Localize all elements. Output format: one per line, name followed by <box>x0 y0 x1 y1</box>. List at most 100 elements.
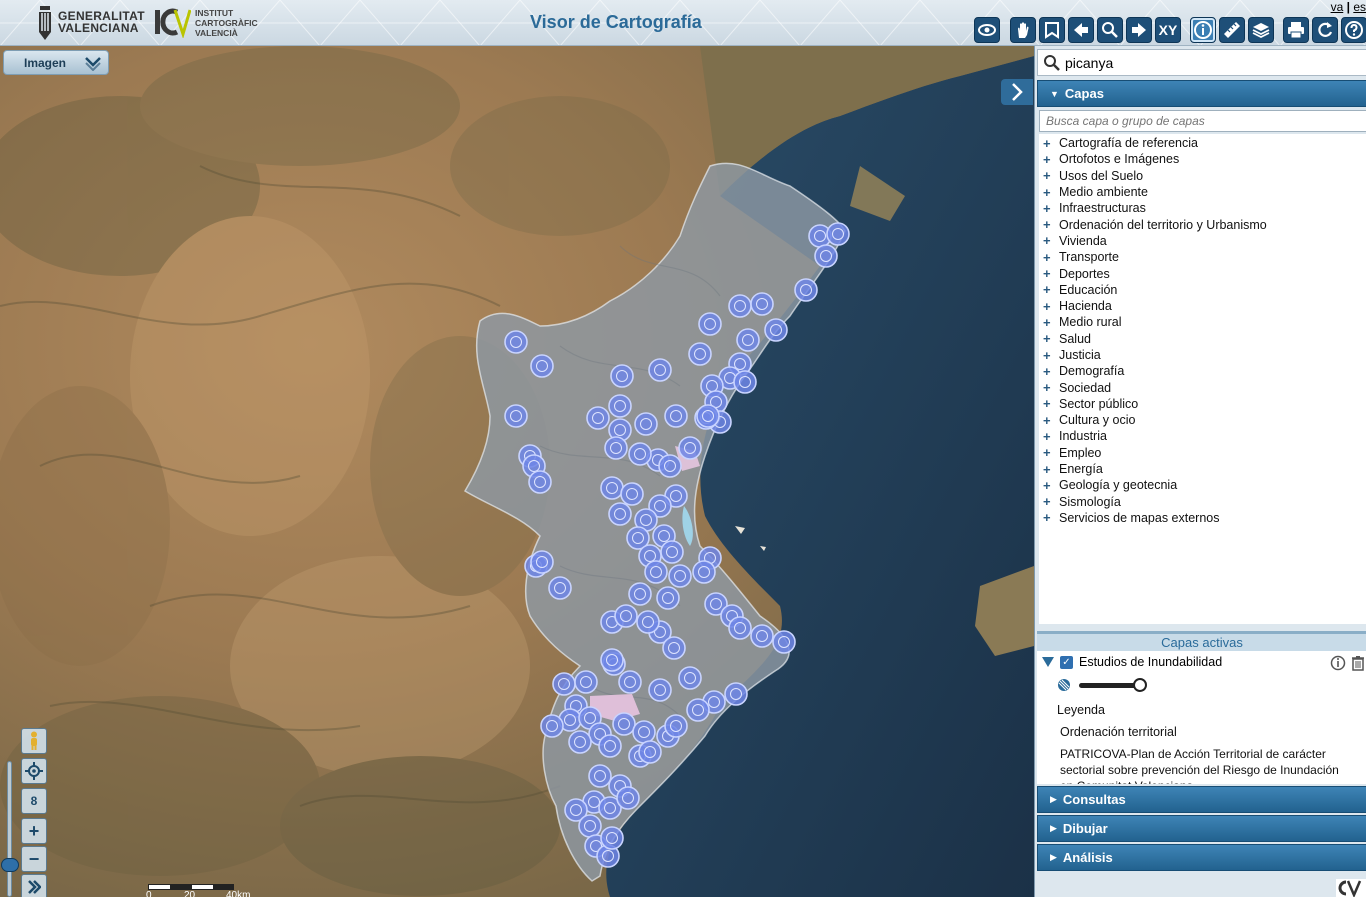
layer-group-item[interactable]: + Usos del Suelo <box>1039 168 1366 184</box>
capas-section-header[interactable]: ▼ Capas <box>1037 80 1366 107</box>
flood-study-marker[interactable] <box>632 720 656 744</box>
flood-study-marker[interactable] <box>568 730 592 754</box>
flood-study-marker[interactable] <box>604 436 628 460</box>
layer-info-icon[interactable] <box>1330 655 1346 671</box>
expand-plus-icon[interactable]: + <box>1043 380 1055 395</box>
flood-study-marker[interactable] <box>504 404 528 428</box>
legend-label[interactable]: Leyenda <box>1057 703 1105 717</box>
flood-study-marker[interactable] <box>552 672 576 696</box>
basemap-selector[interactable]: Imagen <box>3 50 109 75</box>
flood-study-marker[interactable] <box>574 670 598 694</box>
flood-study-marker[interactable] <box>600 826 624 850</box>
flood-study-marker[interactable] <box>728 616 752 640</box>
flood-study-marker[interactable] <box>648 358 672 382</box>
expand-plus-icon[interactable]: + <box>1043 266 1055 281</box>
layer-group-item[interactable]: + Cartografía de referencia <box>1039 135 1366 151</box>
flood-study-marker[interactable] <box>692 560 716 584</box>
layer-group-item[interactable]: + Cultura y ocio <box>1039 412 1366 428</box>
lang-es-link[interactable]: es <box>1353 0 1366 14</box>
layer-group-item[interactable]: + Salud <box>1039 331 1366 347</box>
zoom-out-button[interactable]: − <box>21 846 47 872</box>
flood-study-marker[interactable] <box>656 586 680 610</box>
expand-plus-icon[interactable]: + <box>1043 364 1055 379</box>
expand-plus-icon[interactable]: + <box>1043 331 1055 346</box>
layer-group-item[interactable]: + Ordenación del territorio y Urbanismo <box>1039 216 1366 232</box>
flood-study-marker[interactable] <box>826 222 850 246</box>
layer-group-item[interactable]: + Geología y geotecnia <box>1039 477 1366 493</box>
flood-study-marker[interactable] <box>636 610 660 634</box>
section-analisis[interactable]: ▶ Análisis <box>1037 844 1366 871</box>
layer-group-item[interactable]: + Justicia <box>1039 347 1366 363</box>
layer-group-item[interactable]: + Sociedad <box>1039 379 1366 395</box>
layer-group-item[interactable]: + Sismología <box>1039 494 1366 510</box>
expand-plus-icon[interactable]: + <box>1043 250 1055 265</box>
bookmark-icon[interactable] <box>1039 17 1065 43</box>
expand-toolbar-icon[interactable] <box>21 874 47 897</box>
expand-plus-icon[interactable]: + <box>1043 478 1055 493</box>
collapse-panel-button[interactable] <box>1001 79 1033 105</box>
flood-study-marker[interactable] <box>586 406 610 430</box>
flood-study-marker[interactable] <box>724 682 748 706</box>
xy-button[interactable]: XY <box>1155 17 1181 43</box>
flood-study-marker[interactable] <box>772 630 796 654</box>
expand-plus-icon[interactable]: + <box>1043 233 1055 248</box>
flood-study-marker[interactable] <box>548 576 572 600</box>
help-icon[interactable] <box>1341 17 1366 43</box>
flood-study-marker[interactable] <box>733 370 757 394</box>
flood-study-marker[interactable] <box>530 550 554 574</box>
eye-icon[interactable] <box>974 17 1000 43</box>
flood-study-marker[interactable] <box>618 670 642 694</box>
layer-group-item[interactable]: + Deportes <box>1039 265 1366 281</box>
flood-study-marker[interactable] <box>750 292 774 316</box>
map-canvas[interactable]: Imagen 8 + − 0 20 40km <box>0 46 1034 897</box>
layers-icon[interactable] <box>1248 17 1274 43</box>
flood-study-marker[interactable] <box>608 502 632 526</box>
flood-study-marker[interactable] <box>628 582 652 606</box>
expand-plus-icon[interactable]: + <box>1043 445 1055 460</box>
flood-study-marker[interactable] <box>644 560 668 584</box>
flood-study-marker[interactable] <box>608 394 632 418</box>
layer-group-item[interactable]: + Infraestructuras <box>1039 200 1366 216</box>
layer-group-item[interactable]: + Sector público <box>1039 396 1366 412</box>
flood-study-marker[interactable] <box>628 442 652 466</box>
flood-study-marker[interactable] <box>736 328 760 352</box>
flood-study-marker[interactable] <box>668 564 692 588</box>
section-consultas[interactable]: ▶ Consultas <box>1037 786 1366 813</box>
layer-group-item[interactable]: + Hacienda <box>1039 298 1366 314</box>
expand-plus-icon[interactable]: + <box>1043 185 1055 200</box>
flood-study-marker[interactable] <box>620 482 644 506</box>
info-icon[interactable] <box>1190 17 1216 43</box>
expand-plus-icon[interactable]: + <box>1043 299 1055 314</box>
search-icon[interactable] <box>1043 54 1061 72</box>
flood-study-marker[interactable] <box>750 624 774 648</box>
expand-plus-icon[interactable]: + <box>1043 201 1055 216</box>
flood-study-marker[interactable] <box>814 244 838 268</box>
triangle-down-icon[interactable] <box>1042 657 1054 667</box>
arrow-right-icon[interactable] <box>1126 17 1152 43</box>
layer-group-item[interactable]: + Servicios de mapas externos <box>1039 510 1366 526</box>
flood-study-marker[interactable] <box>658 454 682 478</box>
flood-study-marker[interactable] <box>598 734 622 758</box>
flood-study-marker[interactable] <box>638 740 662 764</box>
hand-icon[interactable] <box>1010 17 1036 43</box>
zoom-slider-handle[interactable] <box>1 858 19 872</box>
flood-study-marker[interactable] <box>540 714 564 738</box>
expand-plus-icon[interactable]: + <box>1043 462 1055 477</box>
flood-study-marker[interactable] <box>764 318 788 342</box>
flood-study-marker[interactable] <box>528 470 552 494</box>
flood-study-marker[interactable] <box>728 294 752 318</box>
layer-filter-input[interactable] <box>1040 111 1366 131</box>
flood-study-marker[interactable] <box>600 648 624 672</box>
flood-study-marker[interactable] <box>614 604 638 628</box>
expand-plus-icon[interactable]: + <box>1043 152 1055 167</box>
expand-plus-icon[interactable]: + <box>1043 348 1055 363</box>
flood-study-marker[interactable] <box>634 412 658 436</box>
layer-visibility-checkbox[interactable]: ✓ <box>1060 655 1073 669</box>
layer-group-item[interactable]: + Ortofotos e Imágenes <box>1039 151 1366 167</box>
flood-study-marker[interactable] <box>588 764 612 788</box>
zoom-extent-icon[interactable] <box>1097 17 1123 43</box>
flood-study-marker[interactable] <box>794 278 818 302</box>
ruler-icon[interactable] <box>1219 17 1245 43</box>
flood-study-marker[interactable] <box>688 342 712 366</box>
expand-plus-icon[interactable]: + <box>1043 136 1055 151</box>
